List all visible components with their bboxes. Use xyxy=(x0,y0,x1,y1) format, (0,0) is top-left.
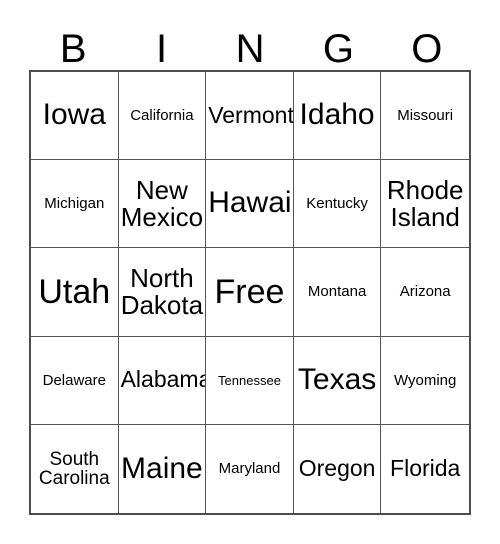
bingo-cell[interactable]: Maine xyxy=(118,424,207,513)
bingo-header-letter-g: G xyxy=(322,27,354,71)
bingo-cell[interactable]: Kentucky xyxy=(293,160,382,249)
bingo-cell[interactable]: Montana xyxy=(293,248,382,337)
bingo-cell[interactable]: Alabama xyxy=(118,336,207,425)
bingo-cell[interactable]: South Carolina xyxy=(31,424,119,513)
bingo-cell[interactable]: Utah xyxy=(31,248,119,337)
bingo-cell[interactable]: Florida xyxy=(381,424,469,513)
bingo-cell-label: California xyxy=(130,106,194,124)
bingo-header-row: B I N G O xyxy=(29,18,471,70)
bingo-cell-label: Hawaii xyxy=(208,186,294,220)
bingo-cell[interactable]: New Mexico xyxy=(118,160,207,249)
bingo-cell-label: Utah xyxy=(38,272,111,311)
bingo-cell[interactable]: Michigan xyxy=(31,160,119,249)
bingo-cell-label: Tennessee xyxy=(218,372,281,388)
bingo-cell-label: Missouri xyxy=(397,106,454,124)
bingo-grid: Iowa California Vermont Idaho Missouri Michig… xyxy=(29,70,471,515)
bingo-cell-label: Michigan xyxy=(44,195,105,213)
bingo-cell[interactable]: North Dakota xyxy=(118,248,207,337)
bingo-header-letter-o: O xyxy=(411,27,443,71)
bingo-cell[interactable]: Rhode Island xyxy=(381,160,469,249)
bingo-cell-label: Rhode Island xyxy=(386,175,464,232)
bingo-cell-label: Delaware xyxy=(42,371,106,389)
bingo-cell[interactable]: Oregon xyxy=(293,424,382,513)
bingo-cell-label: Vermont xyxy=(208,101,294,128)
bingo-cell[interactable]: Tennessee xyxy=(206,336,294,425)
bingo-cell[interactable]: Vermont xyxy=(206,72,294,161)
bingo-header-letter-i: I xyxy=(156,27,168,71)
bingo-cell[interactable]: Iowa xyxy=(31,72,119,161)
bingo-cell-label: Oregon xyxy=(298,455,376,482)
bingo-cell[interactable]: Missouri xyxy=(381,72,469,161)
bingo-cell[interactable]: Arizona xyxy=(381,248,469,337)
bingo-cell-label: Montana xyxy=(307,283,367,301)
bingo-cell-label: Alabama xyxy=(120,366,207,393)
bingo-cell[interactable]: Delaware xyxy=(31,336,119,425)
bingo-cell-label: Iowa xyxy=(42,98,106,132)
bingo-cell-label: Idaho xyxy=(299,98,375,132)
bingo-cell-label: Arizona xyxy=(399,283,451,301)
bingo-cell-label: Florida xyxy=(390,455,461,482)
bingo-header-letter-n: N xyxy=(235,27,265,71)
bingo-cell[interactable]: Hawaii xyxy=(206,160,294,249)
bingo-cell-label: South Carolina xyxy=(38,448,110,489)
bingo-cell-label: Kentucky xyxy=(306,195,368,213)
bingo-header-letter-b: B xyxy=(59,27,87,71)
bingo-cell-label: North Dakota xyxy=(120,263,204,320)
bingo-cell[interactable]: California xyxy=(118,72,207,161)
bingo-cell[interactable]: Wyoming xyxy=(381,336,469,425)
bingo-cell-label: New Mexico xyxy=(120,175,204,232)
bingo-cell[interactable]: Free xyxy=(206,248,294,337)
bingo-cell[interactable]: Maryland xyxy=(206,424,294,513)
bingo-cell[interactable]: Idaho xyxy=(293,72,382,161)
bingo-cell-label: Texas xyxy=(297,362,377,396)
bingo-cell-label: Free xyxy=(214,272,285,311)
bingo-card: B I N G O Iowa California Vermont Idaho Miss… xyxy=(0,0,500,544)
bingo-cell-label: Maine xyxy=(121,451,203,485)
bingo-cell-label: Wyoming xyxy=(393,371,457,389)
bingo-cell-label: Maryland xyxy=(218,460,281,478)
bingo-cell[interactable]: Texas xyxy=(293,336,382,425)
